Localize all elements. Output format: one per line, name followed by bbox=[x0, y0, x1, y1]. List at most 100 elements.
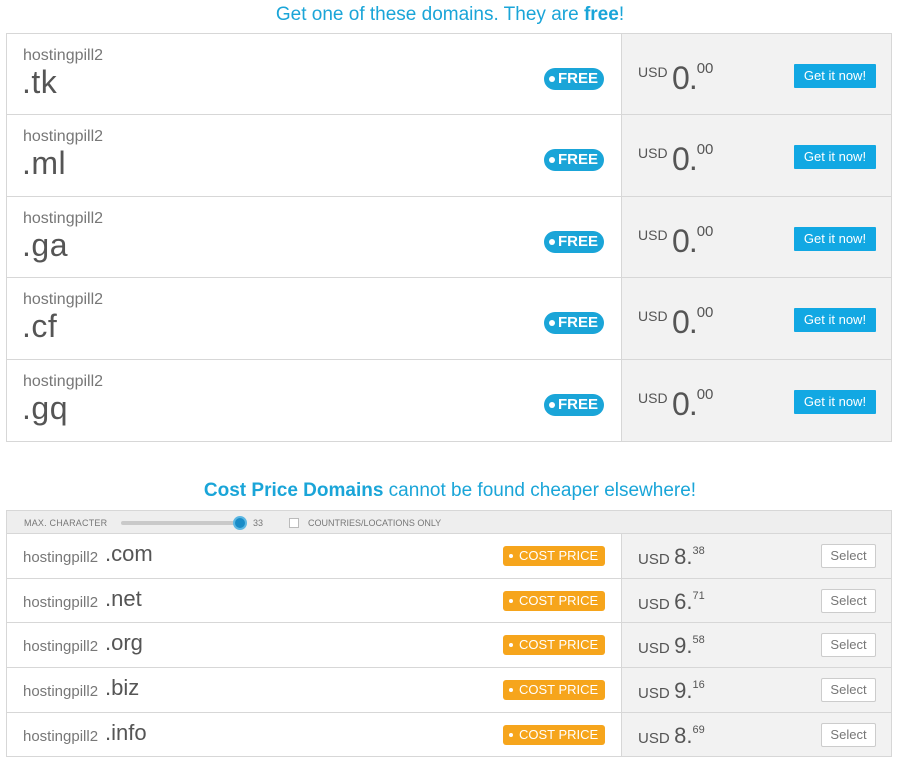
domain-tld: .info bbox=[105, 719, 147, 745]
price: USD 9.58 bbox=[638, 633, 705, 659]
price-currency: USD bbox=[638, 145, 668, 162]
price: USD 0.00 bbox=[638, 304, 713, 341]
price-integer: 0. bbox=[672, 60, 698, 96]
free-heading-suffix: ! bbox=[618, 4, 625, 25]
price-currency: USD bbox=[638, 640, 670, 658]
price-currency: USD bbox=[638, 595, 670, 613]
domain-name: hostingpill2 bbox=[23, 727, 99, 745]
cost-domain-row: hostingpill2 .com COST PRICE USD 8.38 Se… bbox=[7, 534, 891, 579]
cost-heading-bold: Cost Price Domains bbox=[203, 480, 384, 501]
free-domains-table: hostingpill2 .tk FREE USD 0.00 Get it no… bbox=[6, 33, 892, 442]
cost-price-badge: COST PRICE bbox=[503, 635, 605, 656]
cost-domain-row: hostingpill2 .org COST PRICE USD 9.58 Se… bbox=[7, 623, 891, 669]
price-currency: USD bbox=[638, 551, 670, 568]
cost-price-badge: COST PRICE bbox=[503, 546, 605, 566]
free-domains-heading: Get one of these domains. They are free! bbox=[0, 4, 900, 26]
free-domain-row: hostingpill2 .cf FREE USD 0.00 Get it no… bbox=[7, 278, 891, 360]
domain-tld: .net bbox=[105, 585, 142, 611]
domain-tld: .org bbox=[105, 630, 143, 656]
price-currency: USD bbox=[638, 226, 668, 243]
price-currency: USD bbox=[638, 685, 670, 703]
free-domain-row: hostingpill2 .ml FREE USD 0.00 Get it no… bbox=[7, 115, 891, 197]
price-decimal: 38 bbox=[692, 545, 705, 557]
filter-bar: MAX. CHARACTER 33 COUNTRIES/LOCATIONS ON… bbox=[7, 511, 891, 534]
max-character-label: MAX. CHARACTER bbox=[24, 518, 108, 528]
price-decimal: 00 bbox=[696, 222, 714, 240]
domain-tld: .gq bbox=[22, 389, 68, 426]
domain-name: hostingpill2 bbox=[23, 638, 99, 656]
price: USD 0.00 bbox=[638, 60, 713, 97]
countries-only-checkbox[interactable] bbox=[289, 518, 299, 528]
select-button[interactable]: Select bbox=[821, 544, 876, 568]
cost-domain-row: hostingpill2 .biz COST PRICE USD 9.16 Se… bbox=[7, 668, 891, 713]
cost-domain-row: hostingpill2 .net COST PRICE USD 6.71 Se… bbox=[7, 578, 891, 624]
domain-name: hostingpill2 bbox=[23, 593, 99, 611]
cost-domain-row: hostingpill2 .info COST PRICE USD 8.69 S… bbox=[7, 712, 891, 758]
domain-tld: .ga bbox=[22, 226, 68, 263]
domain-name: hostingpill2 bbox=[23, 47, 104, 64]
cost-price-badge: COST PRICE bbox=[503, 724, 605, 745]
max-character-slider-handle[interactable] bbox=[233, 516, 247, 530]
domain-name: hostingpill2 bbox=[23, 209, 104, 227]
free-badge: FREE bbox=[544, 393, 604, 416]
domain-name: hostingpill2 bbox=[23, 128, 104, 146]
price-integer: 9. bbox=[674, 678, 693, 704]
domain-name: hostingpill2 bbox=[23, 372, 104, 390]
max-character-slider-track[interactable] bbox=[121, 521, 239, 525]
domain-tld: .biz bbox=[105, 675, 140, 701]
price-decimal: 58 bbox=[692, 634, 705, 647]
price-decimal: 00 bbox=[696, 141, 714, 159]
price-integer: 6. bbox=[674, 588, 693, 614]
domain-name: hostingpill2 bbox=[23, 683, 99, 701]
get-it-now-button[interactable]: Get it now! bbox=[794, 145, 876, 170]
price: USD 8.38 bbox=[638, 544, 705, 570]
price-decimal: 71 bbox=[692, 589, 705, 602]
price: USD 8.69 bbox=[638, 723, 705, 749]
price-currency: USD bbox=[638, 64, 668, 80]
select-button[interactable]: Select bbox=[821, 722, 876, 747]
price-decimal: 16 bbox=[692, 679, 705, 692]
price-integer: 0. bbox=[672, 385, 698, 422]
free-badge: FREE bbox=[544, 230, 604, 253]
cost-heading-suffix: cannot be found cheaper elsewhere! bbox=[383, 480, 697, 501]
select-button[interactable]: Select bbox=[821, 633, 876, 658]
select-button[interactable]: Select bbox=[821, 588, 876, 613]
max-character-value: 33 bbox=[253, 518, 264, 528]
price-decimal: 00 bbox=[696, 385, 714, 403]
price-currency: USD bbox=[638, 389, 668, 406]
free-domain-row: hostingpill2 .ga FREE USD 0.00 Get it no… bbox=[7, 196, 891, 279]
price-integer: 0. bbox=[672, 304, 698, 341]
cost-price-badge: COST PRICE bbox=[503, 590, 605, 611]
free-badge: FREE bbox=[544, 149, 604, 172]
price-currency: USD bbox=[638, 729, 670, 747]
free-heading-bold: free bbox=[583, 4, 619, 25]
price-decimal: 00 bbox=[696, 304, 714, 322]
domain-name: hostingpill2 bbox=[23, 549, 99, 566]
price: USD 0.00 bbox=[638, 223, 713, 260]
price-integer: 0. bbox=[672, 222, 698, 259]
domain-tld: .tk bbox=[22, 64, 58, 100]
domain-name: hostingpill2 bbox=[23, 291, 104, 309]
domain-tld: .com bbox=[105, 541, 153, 566]
cost-domains-heading: Cost Price Domains cannot be found cheap… bbox=[0, 480, 900, 502]
select-button[interactable]: Select bbox=[821, 678, 876, 703]
countries-only-label: COUNTRIES/LOCATIONS ONLY bbox=[308, 518, 442, 528]
domain-tld: .ml bbox=[22, 145, 67, 182]
get-it-now-button[interactable]: Get it now! bbox=[794, 226, 876, 251]
price-integer: 8. bbox=[674, 722, 693, 748]
get-it-now-button[interactable]: Get it now! bbox=[794, 389, 876, 414]
price-decimal: 69 bbox=[692, 723, 705, 736]
price-integer: 8. bbox=[674, 544, 693, 569]
free-domain-row: hostingpill2 .tk FREE USD 0.00 Get it no… bbox=[7, 34, 891, 116]
price: USD 9.16 bbox=[638, 678, 705, 704]
price-decimal: 00 bbox=[696, 60, 714, 77]
price: USD 6.71 bbox=[638, 589, 705, 615]
get-it-now-button[interactable]: Get it now! bbox=[794, 308, 876, 333]
domain-tld: .cf bbox=[22, 308, 58, 345]
price-integer: 0. bbox=[672, 141, 698, 178]
get-it-now-button[interactable]: Get it now! bbox=[794, 64, 876, 88]
price: USD 0.00 bbox=[638, 141, 713, 178]
cost-domains-table: MAX. CHARACTER 33 COUNTRIES/LOCATIONS ON… bbox=[6, 510, 892, 758]
free-badge: FREE bbox=[544, 312, 604, 335]
free-heading-prefix: Get one of these domains. They are bbox=[275, 4, 584, 25]
